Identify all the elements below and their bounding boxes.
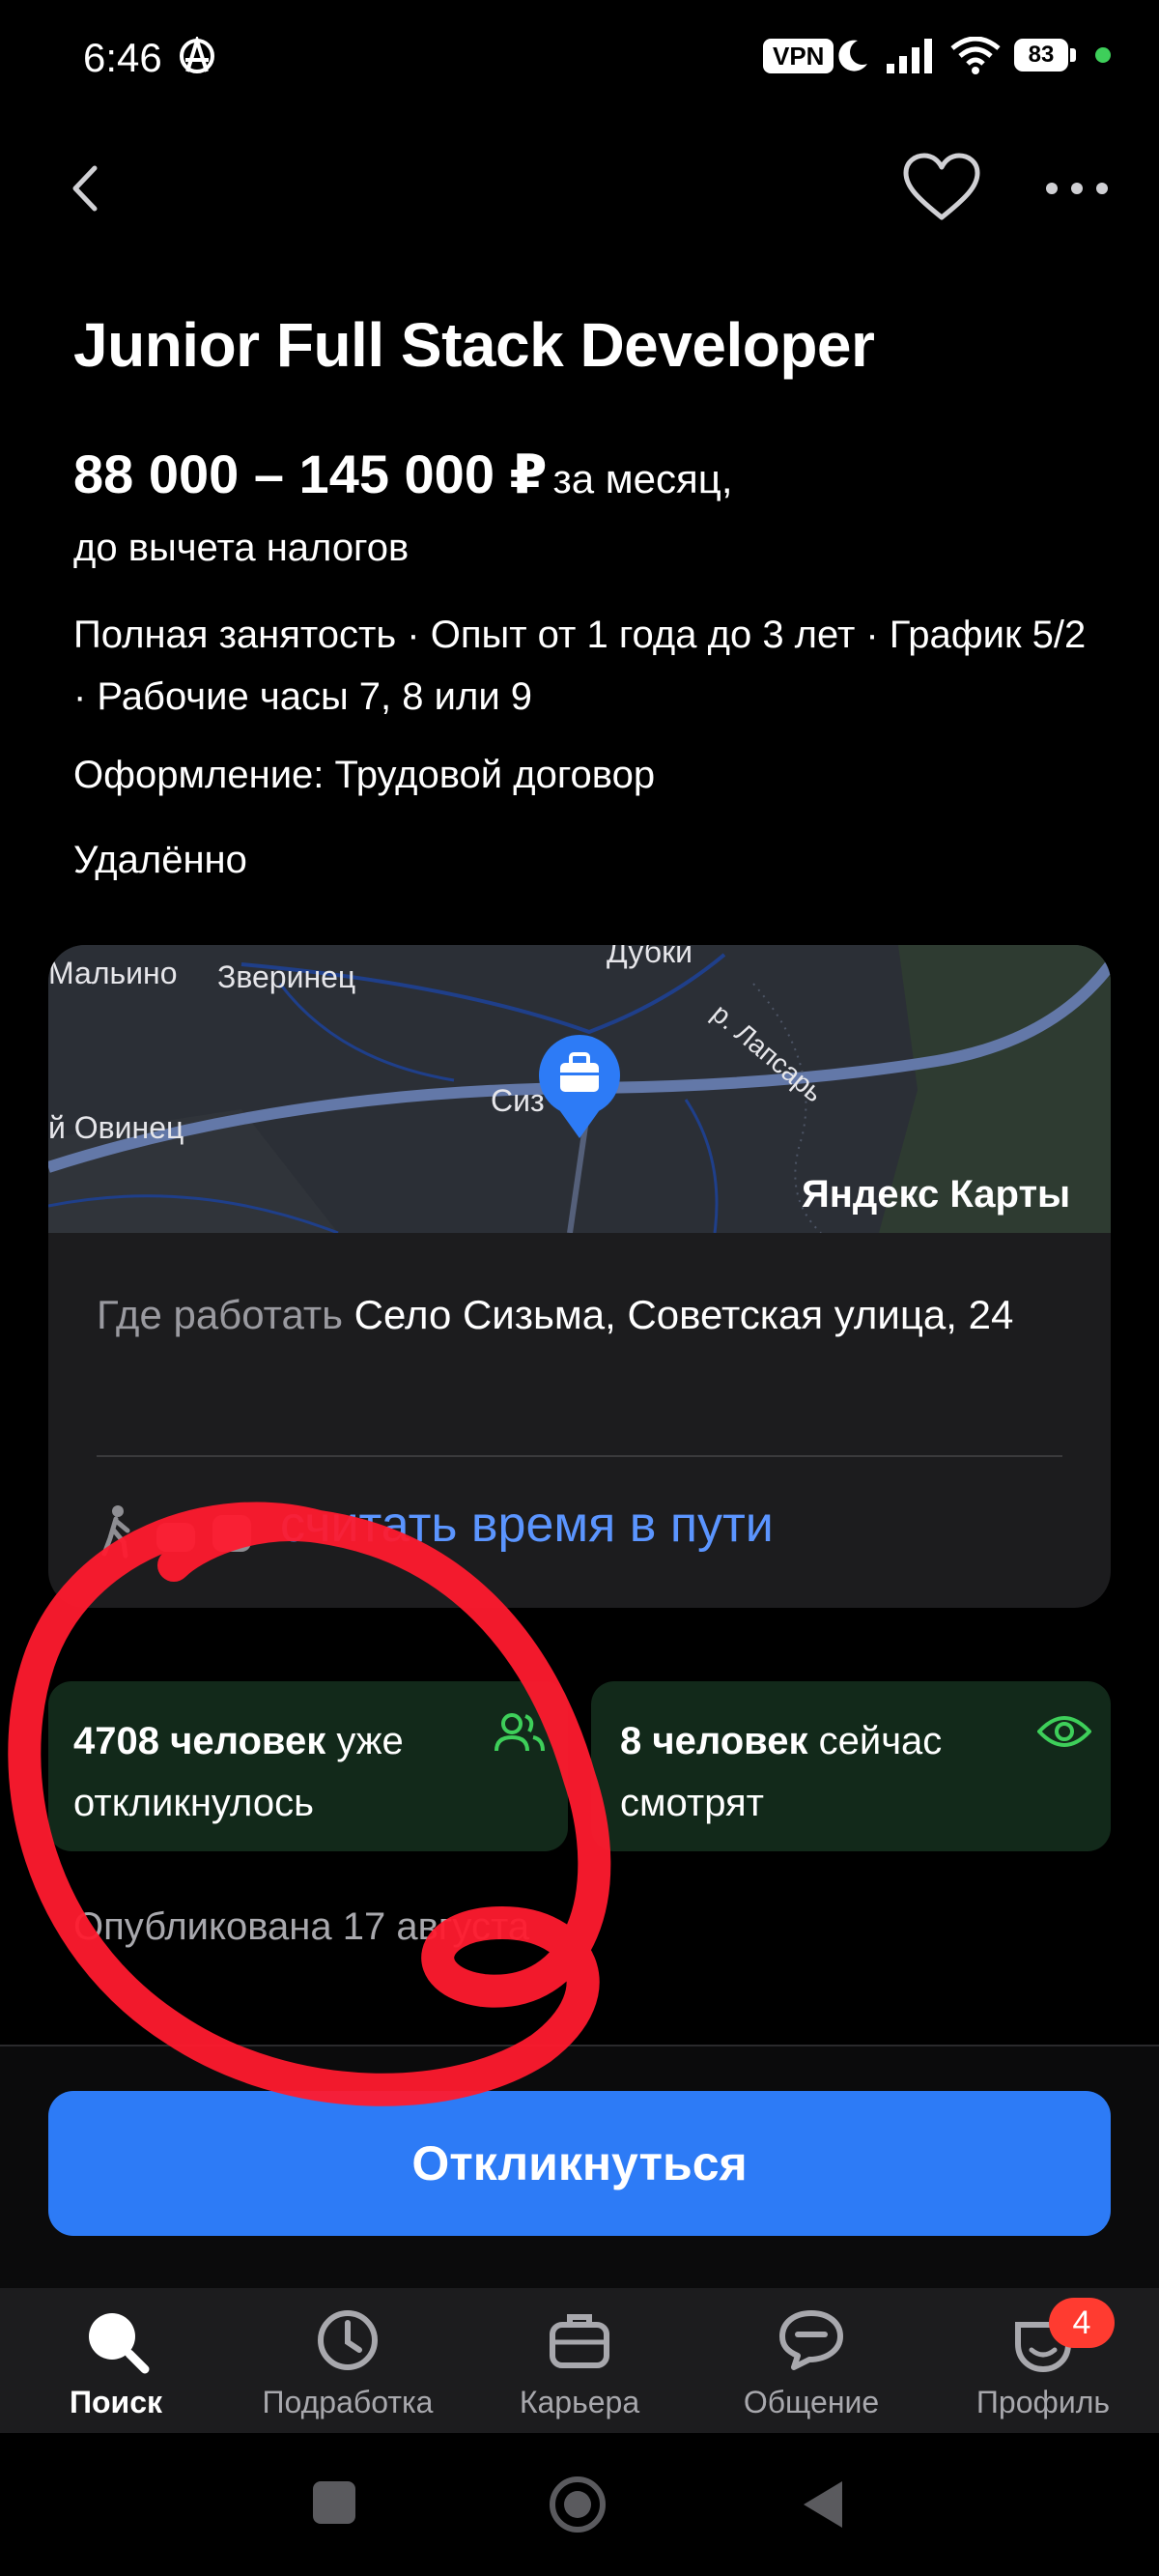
battery-tip	[1070, 48, 1076, 62]
status-bar: 6:46 VPN 83	[0, 0, 1159, 116]
bottom-navigation: Поиск Подработка Карьера Общение Профиль	[0, 2288, 1159, 2433]
back-nav-button[interactable]	[798, 2477, 848, 2532]
contract-type: Оформление: Трудовой договор	[73, 754, 656, 796]
nav-label-career: Карьера	[519, 2385, 640, 2419]
viewers-count-chip: 8 человек сейчас смотрят	[591, 1681, 1111, 1851]
home-button[interactable]	[547, 2474, 608, 2535]
work-format: Удалённо	[73, 839, 247, 881]
salary-period: за месяц,	[552, 456, 733, 501]
more-options-icon[interactable]	[1038, 159, 1116, 217]
moon-icon	[838, 40, 867, 72]
employment-conditions: Полная занятость · Опыт от 1 года до 3 л…	[73, 614, 1087, 718]
system-navigation-bar	[0, 2433, 1159, 2576]
map-brand: Яндекс Карты	[802, 1173, 1071, 1216]
nav-item-career[interactable]: Карьера	[464, 2288, 695, 2433]
red-circle-annotation	[8, 1502, 611, 2106]
favorite-heart-icon[interactable]	[898, 150, 985, 227]
nav-label-profile: Профиль	[975, 2385, 1111, 2419]
vpn-badge: VPN	[763, 39, 834, 73]
address-value: Село Сизьма, Советская улица, 24	[353, 1292, 1014, 1337]
eye-icon	[1037, 1716, 1091, 1747]
nav-label-side-jobs: Подработка	[262, 2385, 434, 2419]
map-label-sizma: Сиз	[491, 1083, 545, 1118]
briefcase-icon	[550, 2314, 609, 2368]
recents-button[interactable]	[309, 2477, 359, 2528]
privacy-indicator-dot	[1095, 47, 1111, 63]
anarchy-icon	[180, 37, 214, 73]
viewers-text: 8 человек сейчас смотрят	[620, 1710, 1026, 1834]
where-label: Где работать	[97, 1292, 343, 1337]
map-label-dubki: Дубки	[607, 945, 693, 969]
map-label-ovinets: й Овинец	[48, 1110, 184, 1145]
clock-icon	[318, 2310, 378, 2370]
battery-level: 83	[1014, 39, 1068, 72]
vacancy-title: Junior Full Stack Developer	[73, 310, 875, 380]
work-address: Где работать Село Сизьма, Советская улиц…	[97, 1285, 1072, 1345]
nav-label-search: Поиск	[69, 2385, 163, 2419]
profile-notification-badge: 4	[1049, 2298, 1115, 2348]
viewers-count: 8 человек	[620, 1720, 808, 1762]
salary-note: до вычета налогов	[73, 527, 410, 569]
map-label-zverinets: Зверинец	[217, 959, 355, 994]
nav-item-search[interactable]: Поиск	[0, 2288, 232, 2433]
nav-item-chat[interactable]: Общение	[695, 2288, 927, 2433]
nav-label-chat: Общение	[743, 2385, 880, 2419]
status-time: 6:46	[83, 35, 162, 80]
search-icon	[89, 2313, 150, 2374]
wifi-icon	[950, 37, 1001, 74]
salary-range: 88 000 – 145 000 ₽	[73, 444, 548, 504]
chat-icon	[779, 2310, 843, 2370]
back-button[interactable]	[58, 155, 116, 222]
nav-item-profile[interactable]: Профиль	[927, 2288, 1159, 2433]
nav-item-side-jobs[interactable]: Подработка	[232, 2288, 464, 2433]
salary: 88 000 – 145 000 ₽ за месяц,	[73, 443, 733, 506]
divider	[97, 1455, 1062, 1457]
signal-icon	[887, 39, 932, 73]
map-label-malino: Мальино	[48, 956, 178, 990]
